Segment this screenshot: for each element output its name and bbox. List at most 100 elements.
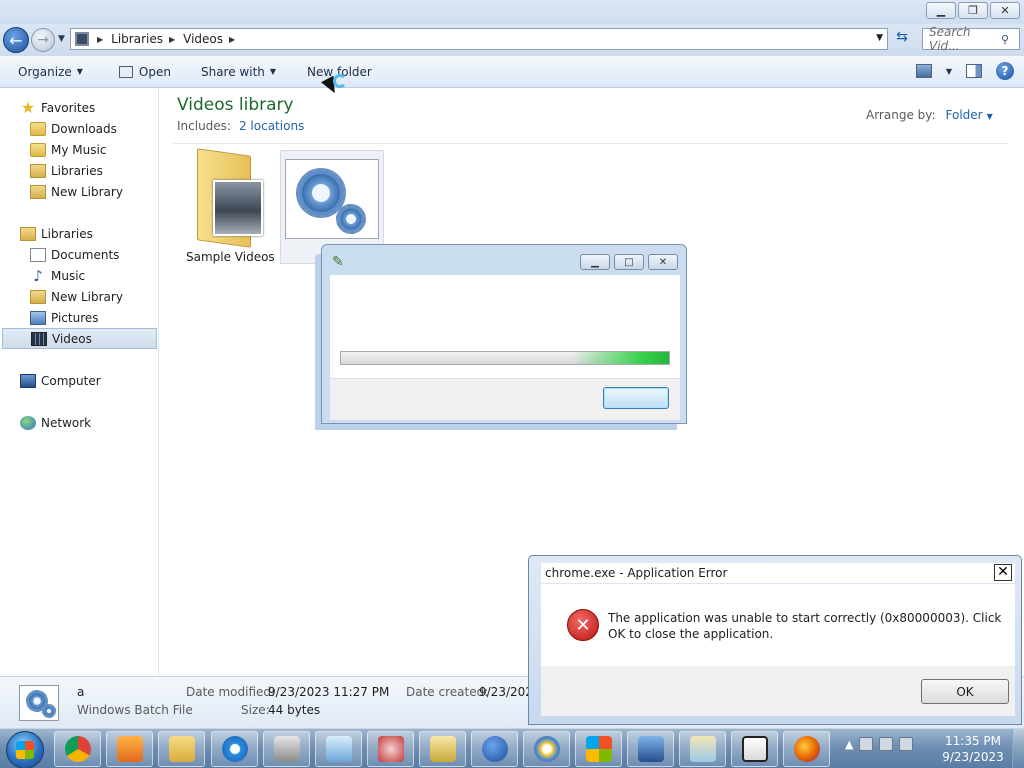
minimize-button[interactable]: ▁ (926, 2, 956, 19)
back-button[interactable]: ← (3, 27, 29, 53)
taskbar-clock[interactable]: 11:35 PM 9/23/2023 (940, 733, 1006, 765)
chevron-right-icon[interactable]: ▶ (97, 35, 103, 44)
nav-network-label: Network (41, 415, 92, 430)
error-close-button[interactable]: ✕ (994, 564, 1012, 581)
details-modified-label: Date modified: (186, 685, 276, 699)
address-bar[interactable]: ▶ Libraries ▶ Videos ▶ ▼ (70, 28, 888, 50)
app-icon: ✎ (332, 254, 344, 270)
includes-label: Includes: (177, 119, 231, 133)
error-dialog-titlebar[interactable]: chrome.exe - Application Error ✕ (541, 563, 1015, 583)
help-icon[interactable]: ? (996, 62, 1014, 80)
progress-dialog-button[interactable] (603, 387, 669, 409)
explorer-icon (168, 736, 195, 762)
remote-desktop-icon (637, 736, 664, 762)
nav-videos[interactable]: Videos (2, 328, 157, 349)
breadcrumb-videos[interactable]: Videos (183, 32, 223, 46)
nav-pictures[interactable]: Pictures (30, 307, 99, 328)
windows-logo-icon (16, 741, 34, 759)
progress-close-button[interactable]: ✕ (648, 254, 678, 270)
start-button[interactable] (6, 731, 44, 768)
library-includes: Includes: 2 locations (177, 119, 304, 133)
taskbar-snipping-tool-button[interactable] (367, 731, 414, 767)
recent-pages-button[interactable]: ▼ (58, 34, 65, 44)
view-options-dropdown[interactable]: ▼ (946, 67, 952, 76)
search-input[interactable]: Search Vid... (929, 25, 1001, 53)
taskbar-media-player-button[interactable] (106, 731, 153, 767)
close-button[interactable]: ✕ (990, 2, 1020, 19)
taskbar-paint-button[interactable] (523, 731, 570, 767)
maximize-icon: □ (624, 256, 634, 268)
includes-locations-link[interactable]: 2 locations (239, 119, 304, 133)
taskbar-firefox-button[interactable] (783, 731, 830, 767)
show-hidden-icons-icon[interactable]: ▲ (845, 738, 853, 751)
taskbar-remote-desktop-button[interactable] (627, 731, 674, 767)
details-file-type: Windows Batch File (77, 703, 193, 717)
taskbar-windows-update-button[interactable] (575, 731, 622, 767)
arrange-by-dropdown[interactable]: Folder (946, 108, 983, 122)
search-box[interactable]: Search Vid... ⚲ (922, 25, 1020, 53)
search-icon[interactable]: ⚲ (1001, 33, 1019, 46)
network-status-icon[interactable] (879, 737, 894, 751)
share-with-menu[interactable]: Share with ▼ (201, 65, 276, 79)
taskbar-internet-explorer-button[interactable] (211, 731, 258, 767)
open-button[interactable]: Open (118, 65, 171, 79)
address-dropdown-button[interactable]: ▼ (876, 33, 883, 43)
progress-maximize-button[interactable]: □ (614, 254, 644, 270)
sample-videos-folder[interactable]: Sample Videos (186, 148, 275, 264)
minimize-icon: ▁ (936, 4, 946, 17)
nav-documents[interactable]: Documents (30, 244, 119, 265)
music-folder-icon (30, 142, 46, 157)
nav-my-music[interactable]: My Music (30, 139, 106, 160)
taskbar-scanner-button[interactable] (263, 731, 310, 767)
preview-pane-icon[interactable] (966, 64, 982, 78)
window-titlebar[interactable]: ▁ ❐ ✕ (0, 0, 1024, 24)
progress-minimize-button[interactable]: ▁ (580, 254, 610, 270)
forward-button[interactable]: → (31, 28, 55, 52)
nav-computer-label: Computer (41, 373, 101, 388)
organize-label: Organize (18, 64, 72, 79)
taskbar-chrome-button[interactable] (54, 731, 101, 767)
refresh-button[interactable]: ⇆ (892, 29, 912, 49)
share-with-label: Share with (200, 64, 265, 79)
chrome-icon (64, 736, 91, 762)
taskbar-notepad-button[interactable] (315, 731, 362, 767)
action-center-icon[interactable] (859, 737, 874, 751)
nav-network[interactable]: Network (20, 412, 91, 433)
progress-bar (340, 351, 670, 365)
details-size-value: 44 bytes (268, 703, 321, 717)
volume-icon[interactable] (899, 737, 914, 751)
clock-date: 9/23/2023 (942, 750, 1004, 764)
taskbar-explorer-button[interactable] (158, 731, 205, 767)
caret-down-icon[interactable]: ▼ (987, 112, 993, 121)
breadcrumb-libraries[interactable]: Libraries (111, 32, 163, 46)
navigation-bar: ← → ▼ ▶ Libraries ▶ Videos ▶ ▼ ⇆ Search … (0, 24, 1024, 56)
arrow-left-icon: ← (9, 30, 23, 50)
taskbar-calculator-button[interactable] (419, 731, 466, 767)
nav-favorites[interactable]: ★ Favorites (20, 97, 95, 118)
taskbar-help-button[interactable] (471, 731, 518, 767)
chevron-right-icon[interactable]: ▶ (169, 35, 175, 44)
nav-fav-libraries[interactable]: Libraries (30, 160, 103, 181)
chevron-right-icon[interactable]: ▶ (229, 35, 235, 44)
nav-videos-label: Videos (52, 331, 92, 346)
busy-spinner-icon (333, 74, 347, 88)
taskbar-7zip-button[interactable] (731, 731, 778, 767)
nav-fav-new-library[interactable]: New Library (30, 181, 123, 202)
arrange-by-label: Arrange by: (866, 108, 936, 122)
restore-button[interactable]: ❐ (958, 2, 988, 19)
progress-dialog-body (330, 275, 680, 378)
nav-downloads[interactable]: Downloads (30, 118, 117, 139)
change-view-icon[interactable] (915, 64, 932, 78)
show-desktop-button[interactable] (1012, 729, 1024, 768)
nav-libraries[interactable]: Libraries (20, 223, 93, 244)
taskbar-file-manager-button[interactable] (679, 731, 726, 767)
nav-downloads-label: Downloads (51, 121, 117, 136)
pictures-icon (30, 310, 46, 325)
nav-music[interactable]: ♪ Music (30, 265, 85, 286)
organize-menu[interactable]: Organize ▼ (18, 65, 83, 79)
nav-computer[interactable]: Computer (20, 370, 101, 391)
error-dialog-footer: OK (541, 666, 1015, 716)
windows-update-icon (585, 736, 612, 762)
ok-button[interactable]: OK (921, 679, 1009, 704)
nav-new-library[interactable]: New Library (30, 286, 123, 307)
